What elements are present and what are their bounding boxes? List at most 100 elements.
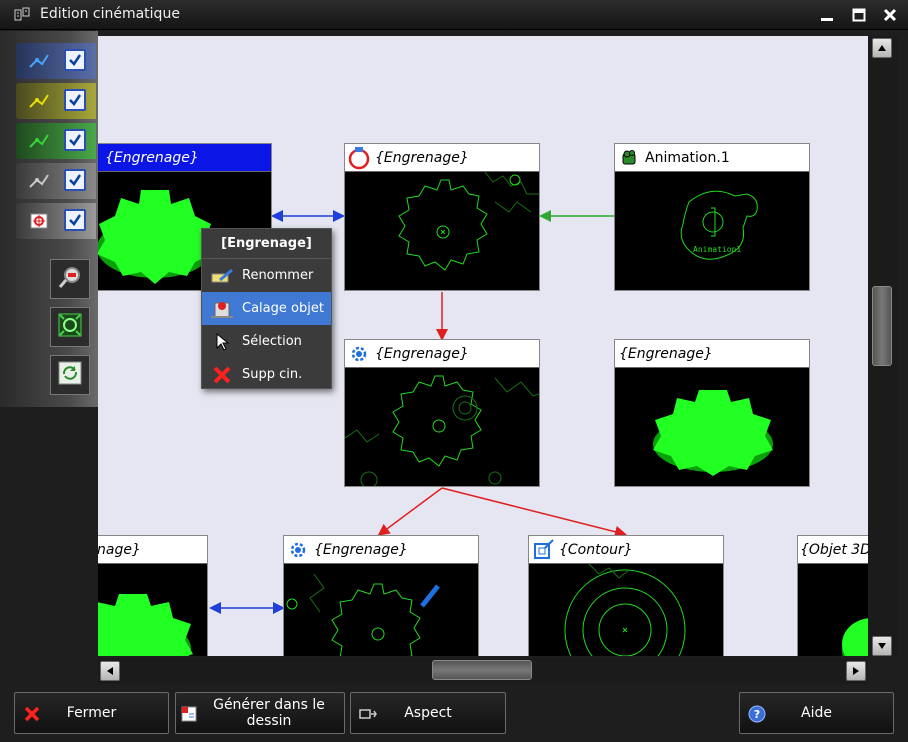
svg-text:Animation1: Animation1	[693, 245, 741, 254]
visibility-row-links	[16, 203, 96, 239]
zoom-fit-button[interactable]	[50, 307, 90, 347]
node-label: {Contour}	[559, 541, 633, 558]
node-header[interactable]: {Engrenage}	[284, 536, 478, 564]
scroll-down-button[interactable]	[872, 636, 892, 656]
node-header[interactable]: {Objet 3D}	[798, 536, 868, 564]
kinematic-graph-canvas[interactable]: {Engrenage} {Engrenage} Animation.1 Anim…	[98, 36, 868, 656]
scroll-up-button[interactable]	[872, 38, 892, 58]
vertical-scroll-thumb[interactable]	[872, 286, 892, 366]
rename-icon	[202, 259, 242, 292]
close-red-icon	[23, 705, 41, 723]
node-header[interactable]: nage}	[98, 536, 207, 564]
link-n4-n8	[441, 487, 627, 538]
generate-in-drawing-button[interactable]: Générer dans le dessin	[175, 692, 345, 734]
menu-item-object-setup[interactable]: Calage objet	[202, 292, 331, 325]
visibility-checkbox-green[interactable]	[64, 129, 86, 151]
svg-text:?: ?	[754, 708, 760, 721]
node-preview-animation: Animation1	[615, 172, 809, 290]
window-title: Edition cinématique	[40, 6, 180, 22]
node-label: {Engrenage}	[375, 345, 469, 362]
aspect-icon	[359, 705, 377, 723]
zoom-out-button[interactable]	[50, 259, 90, 299]
maximize-icon[interactable]	[848, 5, 870, 25]
left-panel	[0, 31, 98, 407]
node-engrenage-partial[interactable]: nage}	[98, 535, 208, 656]
delete-icon	[202, 358, 242, 391]
node-engrenage-settings-2[interactable]: {Engrenage}	[283, 535, 479, 656]
visibility-checkbox-yellow[interactable]	[64, 89, 86, 111]
node-preview-contour	[529, 563, 723, 656]
node-label: {Engrenage}	[105, 149, 199, 166]
link-n4-n7	[377, 487, 443, 536]
visibility-row-grey	[16, 163, 96, 199]
context-menu-title: [Engrenage]	[202, 229, 331, 259]
node-preview-gear-wire	[284, 564, 478, 656]
node-objet-3d[interactable]: {Objet 3D}	[797, 535, 868, 656]
node-engrenage-settings[interactable]: {Engrenage}	[344, 339, 540, 489]
node-animation[interactable]: Animation.1 Animation1	[614, 143, 810, 291]
refresh-view-icon	[57, 360, 83, 390]
node-label: {Engrenage}	[314, 541, 408, 558]
minimize-icon[interactable]	[816, 5, 838, 25]
node-header[interactable]: Animation.1	[615, 144, 809, 172]
menu-item-label: Sélection	[242, 334, 302, 349]
constraint-blue-icon	[28, 51, 50, 71]
generate-drawing-icon	[180, 705, 198, 723]
node-header[interactable]: {Contour}	[529, 536, 723, 564]
node-preview-object-3d	[798, 564, 868, 656]
animation-icon	[617, 146, 641, 170]
aspect-button[interactable]: Aspect	[350, 692, 506, 734]
visibility-checkbox-blue[interactable]	[64, 49, 86, 71]
visibility-row-yellow	[16, 83, 96, 119]
node-contour[interactable]: {Contour}	[528, 535, 724, 656]
node-engrenage-3d[interactable]: {Engrenage}	[614, 339, 810, 487]
cursor-icon	[202, 325, 242, 358]
close-button[interactable]: Fermer	[14, 692, 169, 734]
node-header[interactable]: {Engrenage}	[345, 144, 539, 172]
horizontal-scroll-thumb[interactable]	[432, 660, 532, 680]
zoom-out-icon	[57, 264, 83, 294]
generate-button-label: Générer dans le dessin	[213, 697, 325, 729]
help-icon: ?	[748, 705, 766, 723]
visibility-row-green	[16, 123, 96, 159]
gear-settings-icon	[286, 538, 310, 562]
gear-link-icon	[28, 211, 50, 231]
node-preview-gear-wire	[344, 368, 540, 489]
refresh-view-button[interactable]	[50, 355, 90, 395]
node-header[interactable]: {Engrenage}	[98, 144, 271, 172]
app-icon	[14, 7, 30, 23]
menu-item-selection[interactable]: Sélection	[202, 325, 331, 358]
node-header[interactable]: {Engrenage}	[615, 340, 809, 368]
node-engrenage-rotation[interactable]: {Engrenage}	[344, 143, 540, 291]
node-label: {Objet 3D}	[800, 541, 868, 558]
constraint-grey-icon	[28, 171, 50, 191]
help-button[interactable]: ? Aide	[739, 692, 894, 734]
menu-item-label: Renommer	[242, 268, 314, 283]
vertical-scrollbar[interactable]	[868, 36, 898, 656]
horizontal-scrollbar[interactable]	[98, 658, 868, 684]
rotation-icon	[347, 146, 371, 170]
node-label: {Engrenage}	[375, 149, 469, 166]
gear-settings-icon	[347, 342, 371, 366]
node-preview-gear-3d	[98, 564, 207, 656]
node-label: {Engrenage}	[619, 345, 713, 362]
scroll-left-button[interactable]	[100, 661, 120, 681]
menu-item-label: Calage objet	[242, 301, 324, 316]
zoom-fit-icon	[57, 312, 83, 342]
footer-bar: Fermer Générer dans le dessin Aspect ? A…	[0, 686, 908, 742]
gear-3d-icon	[98, 146, 101, 170]
visibility-checkbox-links[interactable]	[64, 209, 86, 231]
menu-item-rename[interactable]: Renommer	[202, 259, 331, 292]
visibility-checkbox-grey[interactable]	[64, 169, 86, 191]
close-icon[interactable]	[879, 5, 901, 25]
constraint-yellow-icon	[28, 91, 50, 111]
constraint-green-icon	[28, 131, 50, 151]
visibility-row-blue	[16, 43, 96, 79]
scroll-right-button[interactable]	[846, 661, 866, 681]
node-label: Animation.1	[645, 149, 730, 166]
node-preview-gear-3d	[615, 368, 809, 486]
context-menu: [Engrenage] Renommer Calage objet Sélect…	[201, 228, 332, 389]
menu-item-delete[interactable]: Supp cin.	[202, 358, 331, 391]
node-label: nage}	[98, 541, 141, 558]
node-header[interactable]: {Engrenage}	[345, 340, 539, 368]
